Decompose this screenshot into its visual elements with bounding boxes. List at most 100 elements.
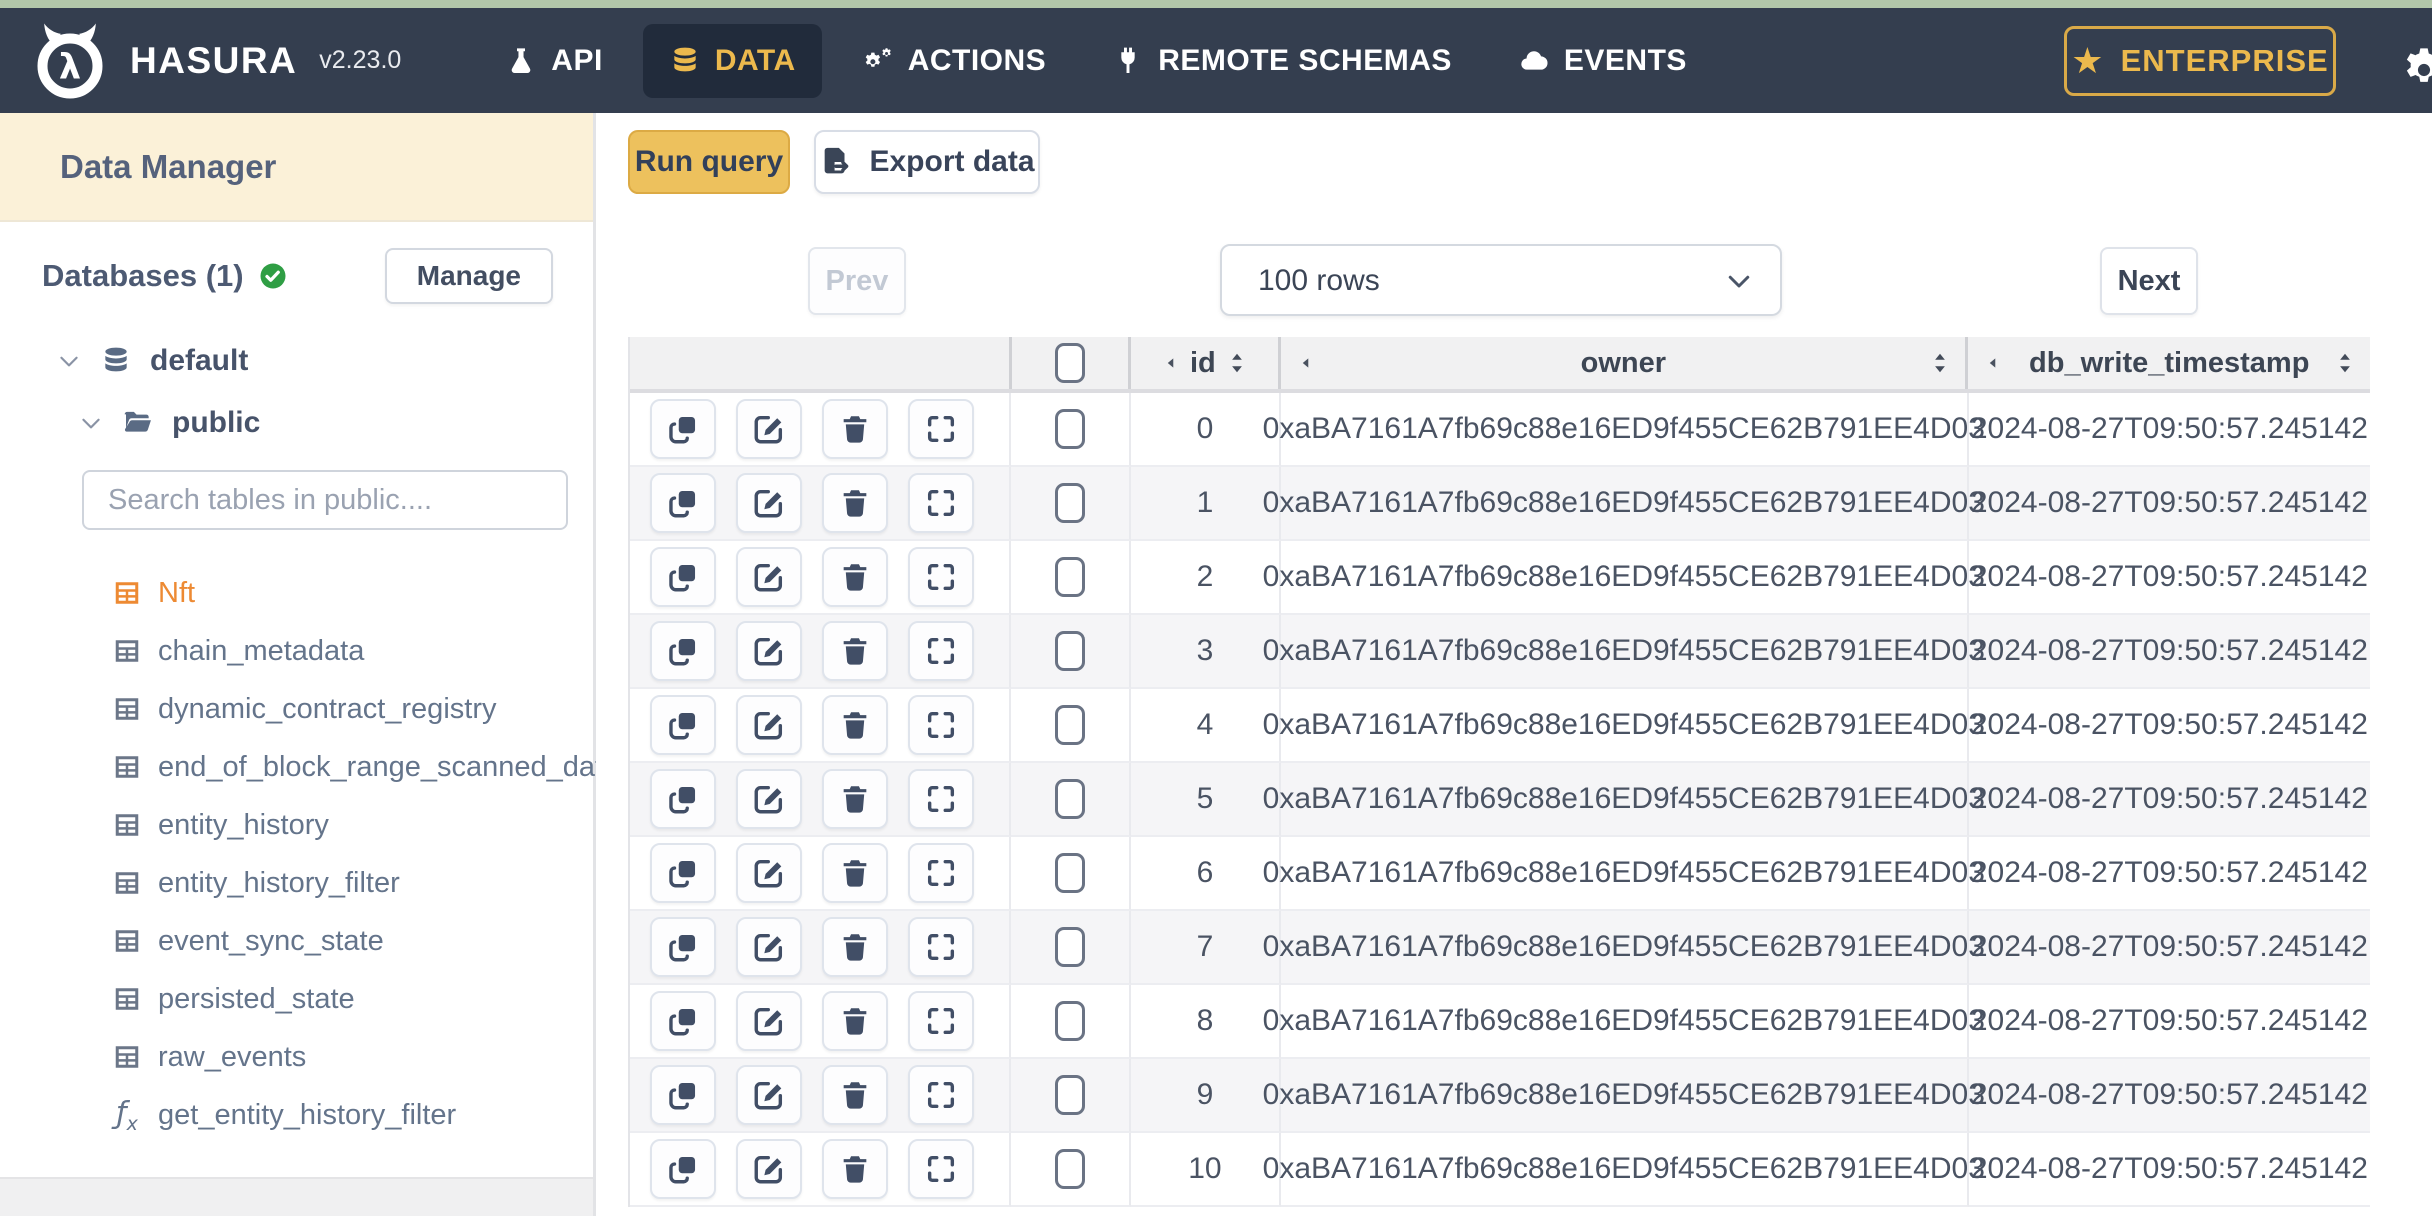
edit-row-button[interactable] <box>736 695 802 755</box>
expand-row-button[interactable] <box>908 621 974 681</box>
expand-row-button[interactable] <box>908 695 974 755</box>
expand-row-button[interactable] <box>908 991 974 1051</box>
expand-row-button[interactable] <box>908 769 974 829</box>
brand[interactable]: λ HASURA v2.23.0 <box>30 21 401 101</box>
delete-row-button[interactable] <box>822 547 888 607</box>
clone-row-button[interactable] <box>650 473 716 533</box>
delete-row-button[interactable] <box>822 1139 888 1199</box>
row-checkbox[interactable] <box>1055 853 1086 893</box>
run-query-button[interactable]: Run query <box>628 130 790 194</box>
clone-row-button[interactable] <box>650 843 716 903</box>
delete-row-button[interactable] <box>822 473 888 533</box>
delete-row-button[interactable] <box>822 695 888 755</box>
collapse-column-icon[interactable] <box>1295 352 1317 374</box>
sidebar-table-item-dynamic_contract_registry[interactable]: dynamic_contract_registry <box>0 680 593 738</box>
header-col-db-write-timestamp[interactable]: db_write_timestamp <box>1968 337 2370 389</box>
edit-row-button[interactable] <box>736 1065 802 1125</box>
search-tables-input[interactable] <box>82 470 568 530</box>
header-col-owner[interactable]: owner <box>1281 337 1969 389</box>
clone-row-button[interactable] <box>650 991 716 1051</box>
expand-row-button[interactable] <box>908 1065 974 1125</box>
sort-icon[interactable] <box>2332 350 2358 376</box>
sort-icon[interactable] <box>1224 350 1250 376</box>
manage-button[interactable]: Manage <box>384 248 553 304</box>
delete-row-button[interactable] <box>822 843 888 903</box>
expand-row-button[interactable] <box>908 399 974 459</box>
clone-row-button[interactable] <box>650 1139 716 1199</box>
select-all-checkbox[interactable] <box>1055 343 1085 383</box>
row-checkbox[interactable] <box>1055 927 1086 967</box>
edit-row-button[interactable] <box>736 399 802 459</box>
cell-owner: 0xaBA7161A7fb69c88e16ED9f455CE62B791EE4D… <box>1263 837 1985 911</box>
expand-row-button[interactable] <box>908 843 974 903</box>
expand-row-button[interactable] <box>908 1139 974 1199</box>
delete-row-button[interactable] <box>822 621 888 681</box>
collapse-column-icon[interactable] <box>1160 352 1182 374</box>
clone-row-button[interactable] <box>650 399 716 459</box>
nav-item-events[interactable]: EVENTS <box>1492 24 1713 98</box>
clone-row-button[interactable] <box>650 695 716 755</box>
sidebar-table-item-get_entity_history_filter[interactable]: ƒx get_entity_history_filter <box>0 1086 593 1144</box>
edit-row-button[interactable] <box>736 621 802 681</box>
row-checkbox[interactable] <box>1055 705 1086 745</box>
tree-item-default-database[interactable]: default <box>56 344 593 378</box>
clone-row-button[interactable] <box>650 547 716 607</box>
delete-row-button[interactable] <box>822 769 888 829</box>
sidebar-table-item-chain_metadata[interactable]: chain_metadata <box>0 622 593 680</box>
expand-row-button[interactable] <box>908 917 974 977</box>
row-checkbox[interactable] <box>1055 779 1086 819</box>
sidebar-table-item-nft[interactable]: Nft <box>0 564 593 622</box>
collapse-column-icon[interactable] <box>1982 352 2004 374</box>
edit-row-button[interactable] <box>736 991 802 1051</box>
nav-item-data[interactable]: DATA <box>642 23 822 98</box>
sidebar-table-item-raw_events[interactable]: raw_events <box>0 1028 593 1086</box>
chevron-down-icon[interactable] <box>78 410 104 436</box>
tree-item-public-schema[interactable]: public <box>78 406 593 440</box>
edit-row-button[interactable] <box>736 843 802 903</box>
table-icon <box>112 752 142 782</box>
expand-row-button[interactable] <box>908 547 974 607</box>
clone-row-button[interactable] <box>650 769 716 829</box>
header-col-id[interactable]: id <box>1131 337 1282 389</box>
sort-icon[interactable] <box>1927 350 1953 376</box>
prev-page-button[interactable]: Prev <box>808 247 906 315</box>
row-checkbox[interactable] <box>1055 631 1086 671</box>
edit-row-button[interactable] <box>736 917 802 977</box>
chevron-down-icon[interactable] <box>56 348 82 374</box>
clone-row-button[interactable] <box>650 621 716 681</box>
row-checkbox[interactable] <box>1055 483 1086 523</box>
sidebar-table-item-entity_history[interactable]: entity_history <box>0 796 593 854</box>
sidebar-table-item-entity_history_filter[interactable]: entity_history_filter <box>0 854 593 912</box>
cell-id: 4 <box>1131 689 1281 763</box>
settings-gear-icon[interactable] <box>2398 44 2432 96</box>
sidebar-table-item-persisted_state[interactable]: persisted_state <box>0 970 593 1028</box>
enterprise-button[interactable]: ★ ENTERPRISE <box>2064 25 2336 96</box>
page-size-select[interactable]: 100 rows <box>1220 244 1782 316</box>
next-page-button[interactable]: Next <box>2100 247 2198 315</box>
edit-row-button[interactable] <box>736 769 802 829</box>
delete-row-button[interactable] <box>822 1065 888 1125</box>
delete-row-button[interactable] <box>822 991 888 1051</box>
delete-row-button[interactable] <box>822 399 888 459</box>
clone-row-button[interactable] <box>650 917 716 977</box>
edit-row-button[interactable] <box>736 547 802 607</box>
row-checkbox[interactable] <box>1055 1149 1086 1189</box>
row-checkbox[interactable] <box>1055 557 1086 597</box>
sidebar-table-item-end_of_block_range_scanned_data[interactable]: end_of_block_range_scanned_data <box>0 738 619 796</box>
export-icon <box>825 147 850 174</box>
edit-row-button[interactable] <box>736 1139 802 1199</box>
row-checkbox[interactable] <box>1055 1001 1086 1041</box>
edit-row-button[interactable] <box>736 473 802 533</box>
sidebar-table-item-event_sync_state[interactable]: event_sync_state <box>0 912 593 970</box>
nav-item-actions[interactable]: ACTIONS <box>836 24 1073 98</box>
expand-row-button[interactable] <box>908 473 974 533</box>
table-icon <box>112 810 142 840</box>
nav-item-api[interactable]: API <box>479 24 629 98</box>
row-checkbox[interactable] <box>1055 409 1086 449</box>
export-data-button[interactable]: Export data <box>814 130 1040 194</box>
row-checkbox-cell <box>1011 1133 1132 1207</box>
delete-row-button[interactable] <box>822 917 888 977</box>
clone-row-button[interactable] <box>650 1065 716 1125</box>
row-checkbox[interactable] <box>1055 1075 1086 1115</box>
nav-item-remote-schemas[interactable]: REMOTE SCHEMAS <box>1086 24 1478 98</box>
